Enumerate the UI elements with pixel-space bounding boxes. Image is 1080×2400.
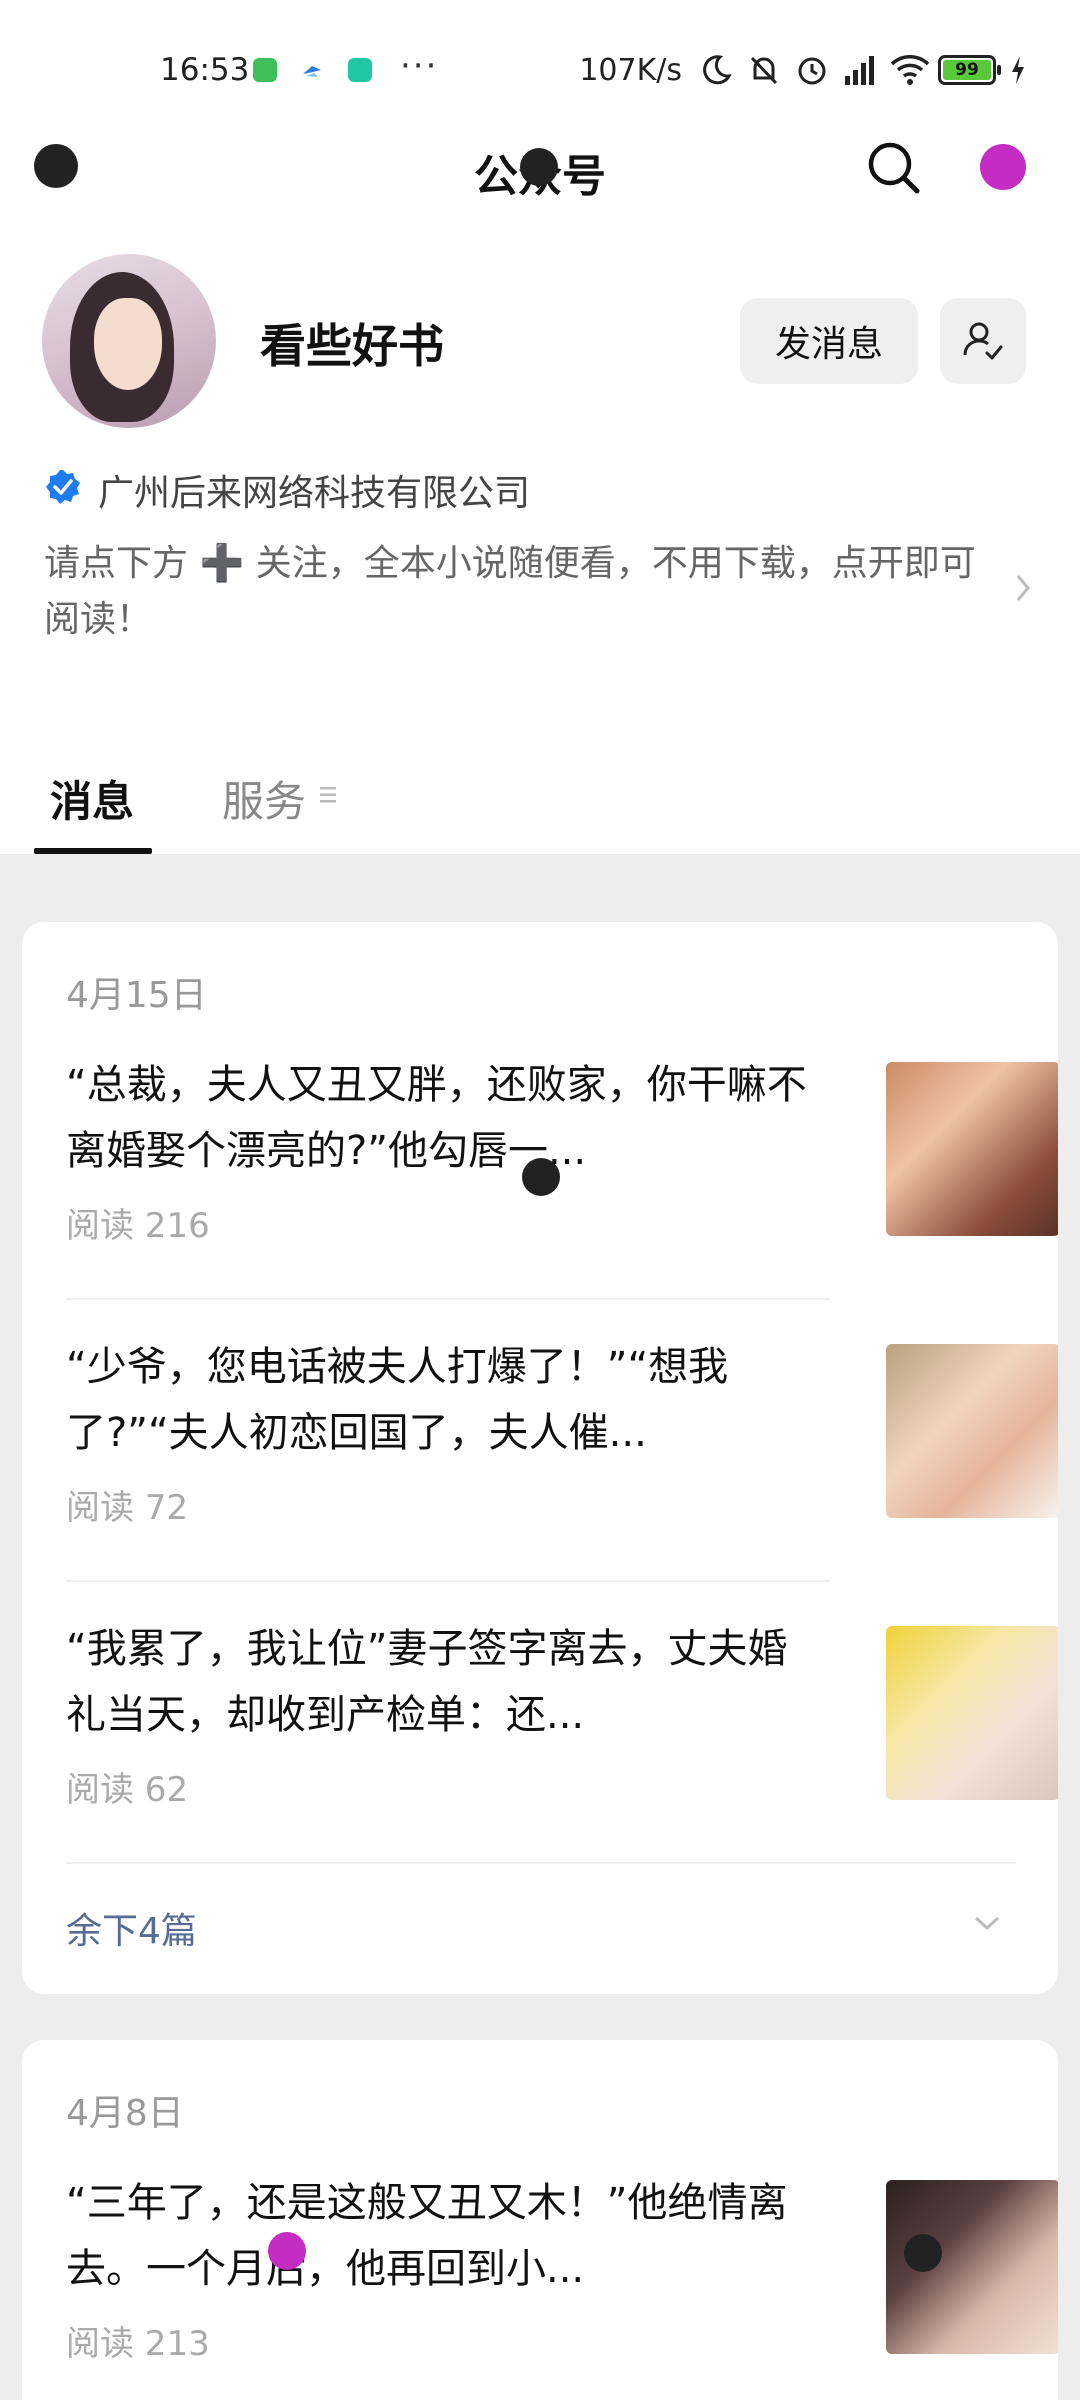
article-item[interactable]: “总裁，夫人又丑又胖，还败家，你干嘛不离婚娶个漂亮的?”他勾唇一... 阅读 2… xyxy=(66,1052,1058,1246)
touch-marker xyxy=(904,2234,942,2272)
touch-marker xyxy=(268,2232,306,2270)
divider xyxy=(66,1298,830,1300)
article-read-count: 阅读 62 xyxy=(66,1770,189,1810)
search-icon[interactable] xyxy=(864,138,924,198)
tab-bar: 消息 服务 xyxy=(0,760,1080,854)
divider xyxy=(66,1580,830,1582)
charging-icon xyxy=(1008,52,1028,88)
shield-app-icon xyxy=(348,58,372,82)
battery-icon: 99 xyxy=(938,55,1001,85)
company-name[interactable]: 广州后来网络科技有限公司 xyxy=(98,464,530,516)
article-thumbnail xyxy=(886,1626,1058,1800)
article-item[interactable]: “少爷，您电话被夫人打爆了！”“想我了?”“夫人初恋回国了，夫人催... 阅读 … xyxy=(66,1334,1058,1528)
send-message-button[interactable]: 发消息 xyxy=(740,298,918,384)
touch-marker xyxy=(522,1158,560,1196)
card-date: 4月8日 xyxy=(66,2093,184,2134)
alarm-icon xyxy=(794,52,830,88)
tab-services[interactable]: 服务 xyxy=(222,768,306,829)
more-options-button[interactable] xyxy=(980,144,1026,190)
article-item[interactable]: “三年了，还是这般又丑又木！”他绝情离去。一个月后，他再回到小... 阅读 21… xyxy=(66,2170,1058,2364)
user-check-icon xyxy=(963,322,1003,360)
battery-level: 99 xyxy=(943,60,991,80)
divider xyxy=(66,1862,1016,1864)
message-card: 4月8日 “三年了，还是这般又丑又木！”他绝情离去。一个月后，他再回到小... … xyxy=(22,2040,1058,2400)
article-title: “少爷，您电话被夫人打爆了！”“想我了?”“夫人初恋回国了，夫人催... xyxy=(66,1344,729,1456)
chevron-down-icon[interactable] xyxy=(972,1908,1002,1938)
account-name: 看些好书 xyxy=(260,319,444,373)
article-read-count: 阅读 213 xyxy=(66,2324,210,2364)
article-title: “三年了，还是这般又丑又木！”他绝情离去。一个月后，他再回到小... xyxy=(66,2180,788,2292)
wifi-icon xyxy=(890,52,930,88)
avatar-face xyxy=(94,298,162,390)
article-item[interactable]: “我累了，我让位”妻子签字离去，丈夫婚礼当天，却收到产检单：还... 阅读 62 xyxy=(66,1616,1058,1810)
article-read-count: 阅读 72 xyxy=(66,1488,189,1528)
message-card: 4月15日 “总裁，夫人又丑又胖，还败家，你干嘛不离婚娶个漂亮的?”他勾唇一..… xyxy=(22,922,1058,1994)
status-bar: 16:53 ··· 107K/s 99 xyxy=(0,0,1080,140)
account-description[interactable]: 请点下方 ➕ 关注，全本小说随便看，不用下载，点开即可阅读！ xyxy=(44,536,1004,648)
show-remaining-link[interactable]: 余下4篇 xyxy=(66,1902,197,1954)
bird-app-icon xyxy=(300,58,324,82)
silent-bell-icon xyxy=(746,52,782,88)
signal-icon xyxy=(842,52,878,88)
article-title: “我累了，我让位”妻子签字离去，丈夫婚礼当天，却收到产检单：还... xyxy=(66,1626,788,1738)
tab-messages[interactable]: 消息 xyxy=(50,768,134,829)
app-notification-icon xyxy=(253,58,277,82)
more-notifications-icon: ··· xyxy=(400,46,439,86)
avatar[interactable] xyxy=(42,254,216,428)
article-title: “总裁，夫人又丑又胖，还败家，你干嘛不离婚娶个漂亮的?”他勾唇一... xyxy=(66,1062,807,1174)
article-read-count: 阅读 216 xyxy=(66,1206,210,1246)
verified-badge-icon xyxy=(44,468,82,506)
network-speed: 107K/s xyxy=(579,52,682,88)
article-thumbnail xyxy=(886,1062,1058,1236)
article-thumbnail xyxy=(886,1344,1058,1518)
card-date: 4月15日 xyxy=(66,975,207,1016)
message-feed: 4月15日 “总裁，夫人又丑又胖，还败家，你干嘛不离婚娶个漂亮的?”他勾唇一..… xyxy=(0,854,1080,2400)
touch-marker xyxy=(520,148,558,186)
menu-icon[interactable] xyxy=(318,784,340,806)
moon-icon xyxy=(698,52,734,88)
status-time: 16:53 xyxy=(160,52,250,88)
chevron-right-icon[interactable] xyxy=(1014,572,1034,612)
follow-button[interactable] xyxy=(940,298,1026,384)
